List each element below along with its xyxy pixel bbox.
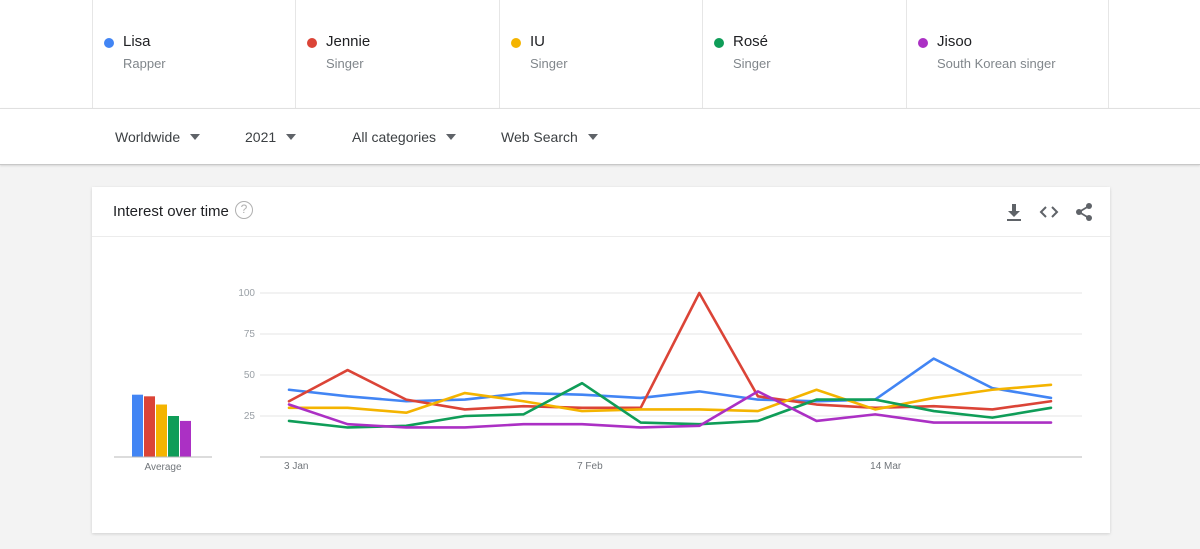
term-type: Singer	[530, 56, 568, 71]
interest-chart: Average 25 50 75 100 3 Jan 7 Feb 14 Mar	[114, 288, 1082, 473]
term-card-jennie[interactable]: Jennie Singer	[295, 0, 498, 108]
x-tick-label: 14 Mar	[870, 461, 902, 472]
term-card-iu[interactable]: IU Singer	[499, 0, 702, 108]
filter-bar: Worldwide 2021 All categories Web Search	[0, 108, 1200, 165]
caret-down-icon	[446, 134, 457, 140]
average-bars: Average	[114, 394, 212, 473]
term-card-lisa[interactable]: Lisa Rapper	[92, 0, 295, 108]
term-type: South Korean singer	[937, 56, 1056, 71]
y-tick-label: 100	[238, 288, 255, 299]
term-type: Singer	[326, 56, 364, 71]
y-tick-label: 75	[244, 329, 256, 340]
caret-down-icon	[286, 134, 297, 140]
term-type: Singer	[733, 56, 771, 71]
interest-over-time-card: Interest over time ? Average 25 50 75 100 3 …	[92, 187, 1110, 533]
y-tick-label: 25	[244, 411, 256, 422]
region-value: Worldwide	[115, 129, 181, 145]
term-name: Jennie	[326, 33, 371, 50]
average-bar-jisoo	[180, 420, 191, 457]
category-dropdown[interactable]: All categories	[352, 129, 457, 145]
period-value: 2021	[245, 129, 277, 145]
average-bar-jennie	[144, 396, 155, 457]
term-name: Lisa	[123, 33, 151, 50]
term-card-rose[interactable]: Rosé Singer	[702, 0, 905, 108]
series-line-lisa	[287, 357, 1053, 403]
average-label: Average	[144, 462, 182, 473]
search-type-value: Web Search	[501, 129, 578, 145]
region-dropdown[interactable]: Worldwide	[115, 129, 201, 145]
y-tick-label: 50	[244, 370, 256, 381]
term-card-jisoo[interactable]: Jisoo South Korean singer	[906, 0, 1109, 108]
caret-down-icon	[587, 134, 598, 140]
average-bar-iu	[156, 404, 167, 457]
term-color-dot	[714, 38, 724, 48]
average-bar-ros-	[168, 416, 179, 457]
term-name: IU	[530, 33, 545, 50]
chart-lines	[287, 291, 1053, 429]
average-bar-lisa	[132, 394, 143, 457]
term-type: Rapper	[123, 56, 166, 71]
caret-down-icon	[190, 134, 201, 140]
x-tick-label: 7 Feb	[577, 461, 603, 472]
term-name: Jisoo	[937, 33, 973, 50]
term-color-dot	[104, 38, 114, 48]
term-color-dot	[918, 38, 928, 48]
term-color-dot	[511, 38, 521, 48]
term-color-dot	[307, 38, 317, 48]
category-value: All categories	[352, 129, 437, 145]
search-type-dropdown[interactable]: Web Search	[501, 129, 598, 145]
series-line-jennie	[287, 291, 1053, 411]
term-name: Rosé	[733, 33, 769, 50]
compare-terms-bar: Lisa Rapper Jennie Singer IU Singer Rosé…	[0, 0, 1200, 108]
period-dropdown[interactable]: 2021	[245, 129, 297, 145]
x-tick-label: 3 Jan	[284, 461, 308, 472]
